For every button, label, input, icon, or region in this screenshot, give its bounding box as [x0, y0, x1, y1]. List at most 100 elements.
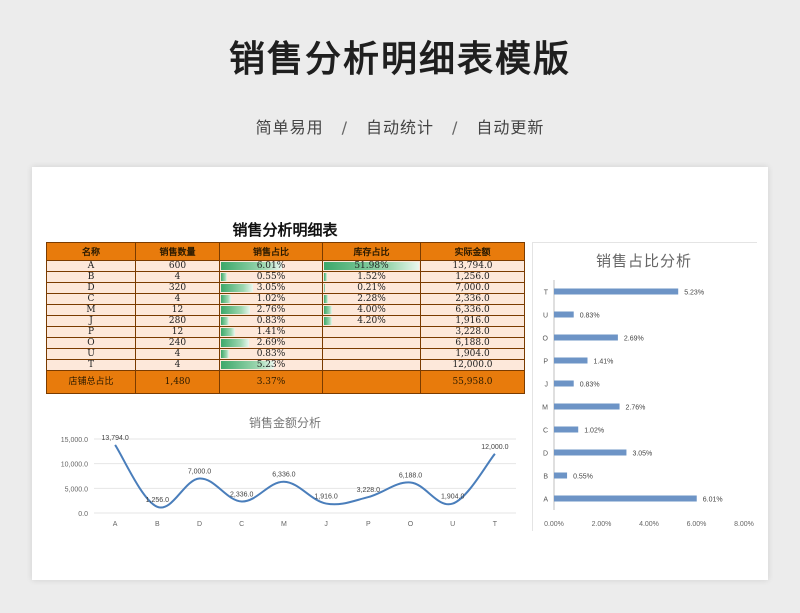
data-bar: [324, 284, 325, 292]
category-label: C: [543, 428, 548, 435]
cell-text: 0.55%: [256, 272, 286, 282]
cell-text: 4: [174, 272, 181, 282]
x-tick-label: 2.00%: [592, 521, 612, 528]
y-tick-label: 0.0: [78, 511, 88, 518]
x-tick-label: 6.00%: [687, 521, 707, 528]
cell-text: 1.02%: [256, 294, 286, 304]
total-sales-pct: 3.37%: [219, 370, 323, 394]
cell-text: 51.98%: [354, 261, 389, 271]
row-amount: 6,188.0: [420, 337, 525, 349]
col-sales-pct: 销售占比: [219, 242, 323, 261]
table-row: T 4 5.23% 12,000.0: [46, 359, 525, 371]
category-label: O: [543, 336, 549, 343]
data-bar: [324, 317, 332, 325]
share-bar: [554, 403, 620, 410]
table-row: A 600 6.01% 51.98% 13,794.0: [46, 260, 525, 272]
table-header-row: 名称 销售数量 销售占比 库存占比 实际金额: [46, 242, 525, 261]
category-label: B: [543, 474, 548, 481]
cell-text: O: [87, 338, 95, 348]
data-label: 0.83%: [580, 382, 600, 389]
data-label: 2.76%: [626, 405, 646, 412]
row-stock-pct: 0.21%: [322, 282, 421, 294]
cell-text: 0.21%: [357, 283, 386, 293]
data-bar: [221, 339, 249, 347]
row-sales-pct: 2.76%: [219, 304, 323, 316]
row-stock-pct: [322, 359, 421, 371]
cell-text: 0.83%: [256, 349, 286, 359]
table-row: B 4 0.55% 1.52% 1,256.0: [46, 271, 525, 283]
y-tick-label: 15,000.0: [61, 437, 88, 444]
row-name: C: [46, 293, 136, 305]
row-sales-pct: 0.83%: [219, 315, 323, 327]
share-bar: [554, 380, 574, 387]
row-qty: 600: [135, 260, 220, 272]
data-label: 2,336.0: [230, 491, 253, 498]
bar-chart-title: 销售占比分析: [595, 252, 692, 270]
cell-text: 3,228.0: [455, 327, 490, 337]
sales-detail-table: 名称 销售数量 销售占比 库存占比 实际金额 A 600 6.01% 51.98% 13…: [46, 242, 525, 394]
row-amount: 2,336.0: [420, 293, 525, 305]
x-tick-label: C: [239, 521, 244, 528]
total-amount: 55,958.0: [420, 370, 525, 394]
sales-line: [114, 444, 496, 509]
share-bar: [554, 311, 574, 318]
data-label: 7,000.0: [188, 468, 211, 475]
cell-text: B: [87, 272, 95, 282]
cell-text: P: [87, 327, 95, 337]
data-bar: [221, 284, 253, 292]
data-bar: [324, 295, 328, 303]
row-stock-pct: 4.00%: [322, 304, 421, 316]
row-sales-pct: 5.23%: [219, 359, 323, 371]
row-stock-pct: [322, 348, 421, 360]
x-tick-label: O: [408, 521, 414, 528]
cell-text: 280: [168, 316, 187, 326]
data-bar: [221, 273, 228, 281]
sales-share-bar-chart: T 5.23% U 0.83% O 2.69% P 1.41% J 0.83% M 2.76% C 1.0…: [542, 280, 754, 528]
row-stock-pct: 51.98%: [322, 260, 421, 272]
data-label: 2.69%: [624, 336, 644, 343]
sales-amount-line-chart: 0.0 5,000.0 10,000.0 15,000.0 13,794.0 A 1,256…: [61, 435, 516, 528]
row-name: B: [46, 271, 136, 283]
x-tick-label: 8.00%: [734, 521, 754, 528]
cell-text: 4: [174, 294, 181, 304]
cell-text: 13,794.0: [452, 261, 493, 271]
row-qty: 4: [135, 348, 220, 360]
cell-text: 4: [174, 360, 181, 370]
row-qty: 240: [135, 337, 220, 349]
x-tick-label: D: [197, 521, 202, 528]
cell-text: 12,000.0: [452, 360, 493, 370]
category-label: A: [543, 497, 548, 504]
data-label: 0.55%: [573, 474, 593, 481]
total-qty: 1,480: [135, 370, 220, 394]
cell-text: 1.41%: [256, 327, 286, 337]
table-row: C 4 1.02% 2.28% 2,336.0: [46, 293, 525, 305]
row-qty: 280: [135, 315, 220, 327]
data-bar: [221, 317, 230, 325]
data-bar: [221, 328, 236, 336]
row-qty: 12: [135, 304, 220, 316]
cell-text: M: [86, 305, 96, 315]
share-bar: [554, 495, 697, 502]
category-label: P: [543, 359, 548, 366]
table-row: O 240 2.69% 6,188.0: [46, 337, 525, 349]
row-stock-pct: 2.28%: [322, 293, 421, 305]
cell-text: 240: [168, 338, 187, 348]
row-amount: 1,916.0: [420, 315, 525, 327]
row-qty: 4: [135, 359, 220, 371]
cell-text: 2.69%: [256, 338, 286, 348]
data-label: 6.01%: [703, 497, 723, 504]
data-label: 1,916.0: [314, 494, 337, 501]
share-bar: [554, 426, 579, 433]
data-label: 3.05%: [632, 451, 652, 458]
row-name: J: [46, 315, 136, 327]
cell-text: U: [87, 349, 95, 359]
row-name: U: [46, 348, 136, 360]
data-label: 5.23%: [684, 290, 704, 297]
x-tick-label: 4.00%: [639, 521, 659, 528]
data-bar: [324, 273, 327, 281]
col-qty: 销售数量: [135, 242, 220, 261]
category-label: U: [543, 313, 548, 320]
row-name: T: [46, 359, 136, 371]
cell-text: C: [87, 294, 95, 304]
col-name: 名称: [46, 242, 136, 261]
